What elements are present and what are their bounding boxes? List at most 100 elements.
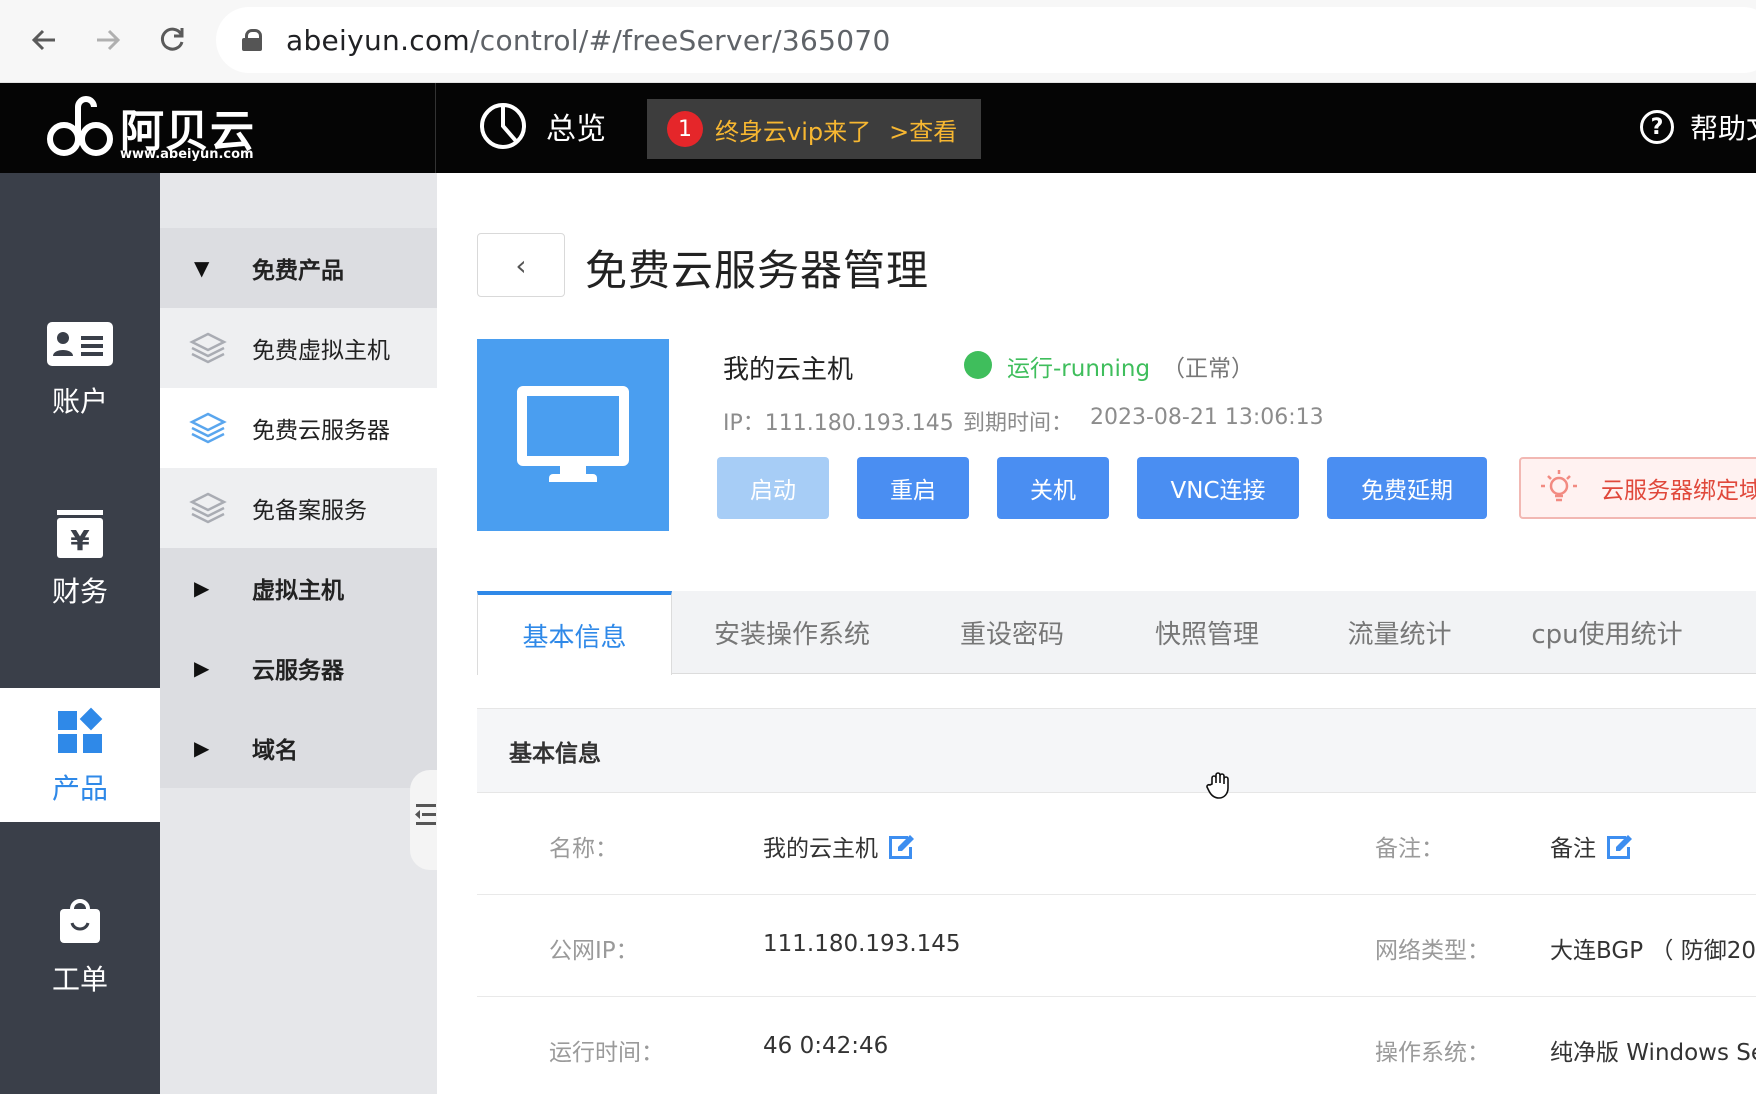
submenu-free-cloud-server[interactable]: 免费云服务器: [160, 388, 437, 468]
svg-text:¥: ¥: [70, 524, 90, 557]
submenu-label: 域名: [252, 738, 298, 764]
name-key: 名称：: [549, 836, 618, 862]
lightbulb-icon: [1541, 470, 1577, 502]
tab-basic-info[interactable]: 基本信息: [477, 591, 672, 675]
windows-icon: [565, 416, 595, 442]
collapse-menu-icon[interactable]: [414, 800, 436, 830]
public-ip-key: 公网IP：: [549, 938, 639, 964]
tab-install-os[interactable]: 安装操作系统: [672, 591, 912, 674]
caret-right-icon: ▶: [194, 576, 210, 600]
back-button[interactable]: ‹: [477, 233, 565, 297]
sidebar-item-product[interactable]: 产品: [0, 688, 160, 822]
submenu-free-products[interactable]: ▼ 免费产品: [160, 228, 437, 308]
tab-reset-password[interactable]: 重设密码: [912, 591, 1112, 674]
sidebar-item-label: 产品: [51, 772, 108, 805]
chevron-left-icon: ‹: [515, 248, 527, 282]
server-thumbnail: [477, 339, 669, 531]
info-row: 运行时间： 46 0:42:46 操作系统： 纯净版 Windows Serve…: [477, 997, 1756, 1099]
caret-right-icon: ▶: [194, 736, 210, 760]
layers-icon: [189, 332, 227, 364]
server-status: 运行-running: [1007, 356, 1151, 382]
submenu-label: 云服务器: [252, 658, 344, 684]
edit-icon[interactable]: [1606, 834, 1632, 860]
free-extend-button[interactable]: 免费延期: [1327, 457, 1487, 519]
restart-button[interactable]: 重启: [857, 457, 969, 519]
submenu-cloud-server[interactable]: ▶ 云服务器: [160, 628, 437, 708]
submenu-label: 免备案服务: [252, 498, 367, 524]
ticket-icon: [45, 894, 115, 950]
tab-bar: 基本信息 安装操作系统 重设密码 快照管理 流量统计 cpu使用统计: [477, 591, 1756, 675]
help-label: 帮助文: [1690, 112, 1756, 145]
bind-domain-button[interactable]: 云服务器绑定域名: [1519, 457, 1756, 519]
sidebar-item-account[interactable]: 账户: [0, 301, 160, 435]
submenu-label: 免费云服务器: [252, 418, 390, 444]
dashboard-icon: [480, 103, 526, 149]
caret-down-icon: ▼: [194, 256, 210, 280]
overview-label: 总览: [546, 112, 606, 147]
hand-cursor-icon: [1206, 772, 1229, 799]
uptime-value: 46 0:42:46: [763, 1033, 889, 1059]
submenu-free-icp[interactable]: 免备案服务: [160, 468, 437, 548]
start-button[interactable]: 启动: [717, 457, 829, 519]
finance-icon: ¥: [45, 506, 115, 562]
help-icon: ?: [1640, 110, 1674, 144]
shutdown-button[interactable]: 关机: [997, 457, 1109, 519]
logo[interactable]: 阿贝云 www.abeiyun.com: [0, 83, 436, 173]
main-content: ‹ 免费云服务器管理 我的云主机 运行-running （正常） IP：111.…: [437, 173, 1756, 1094]
product-icon: [45, 703, 115, 759]
submenu-domain[interactable]: ▶ 域名: [160, 708, 437, 788]
submenu-virtual-host[interactable]: ▶ 虚拟主机: [160, 548, 437, 628]
tab-cpu-stats[interactable]: cpu使用统计: [1497, 591, 1717, 674]
sidebar-item-label: 工单: [51, 963, 108, 996]
browser-toolbar: abeiyun.com/control/#/freeServer/365070: [0, 0, 1756, 83]
layers-icon: [189, 492, 227, 524]
monitor-icon: [517, 386, 629, 466]
status-indicator: [964, 351, 992, 379]
info-row: 名称： 我的云主机 备注： 备注: [477, 793, 1756, 895]
main-sidebar: 账户 ¥ 财务 产品 工单: [0, 173, 160, 1094]
remark-key: 备注：: [1375, 836, 1444, 862]
sidebar-item-label: 账户: [51, 385, 108, 418]
expire-value: 2023-08-21 13:06:13: [1090, 405, 1324, 430]
submenu-label: 免费产品: [252, 258, 344, 284]
server-name: 我的云主机: [723, 355, 854, 385]
forward-arrow-icon[interactable]: [86, 18, 130, 62]
reload-icon[interactable]: [150, 18, 194, 62]
remark-value: 备注: [1550, 829, 1632, 863]
account-icon: [45, 316, 115, 372]
submenu-label: 免费虚拟主机: [252, 338, 390, 364]
url-text: abeiyun.com/control/#/freeServer/365070: [286, 23, 891, 57]
promo-view-link[interactable]: >查看: [889, 112, 957, 147]
product-submenu: ▼ 免费产品 免费虚拟主机 免费云服务器 免备案服务 ▶ 虚拟主机 ▶ 云服务器…: [160, 173, 437, 1094]
panel-header: 基本信息: [477, 709, 1756, 793]
edit-icon[interactable]: [888, 834, 914, 860]
promo-text: 终身云vip来了: [715, 117, 872, 146]
server-ip: IP：111.180.193.145: [723, 411, 954, 436]
help-link[interactable]: ? 帮助文: [1640, 107, 1756, 147]
tab-snapshot[interactable]: 快照管理: [1112, 591, 1302, 674]
expire-label: 到期时间：: [963, 411, 1074, 436]
uptime-key: 运行时间：: [549, 1040, 664, 1066]
back-arrow-icon[interactable]: [22, 18, 66, 62]
promo-badge: 1: [667, 111, 703, 147]
info-row: 公网IP： 111.180.193.145 网络类型： 大连BGP （ 防御20…: [477, 895, 1756, 997]
basic-info-panel: 基本信息 名称： 我的云主机 备注： 备注 公网IP： 111.180.193.…: [477, 708, 1756, 1094]
logo-mark-icon: [47, 96, 113, 156]
address-bar[interactable]: abeiyun.com/control/#/freeServer/365070: [216, 7, 1756, 73]
os-key: 操作系统：: [1375, 1040, 1490, 1066]
sidebar-item-ticket[interactable]: 工单: [0, 879, 160, 1013]
vip-promo-banner[interactable]: 1 终身云vip来了 >查看: [647, 99, 981, 159]
caret-right-icon: ▶: [194, 656, 210, 680]
vnc-connect-button[interactable]: VNC连接: [1137, 457, 1299, 519]
tab-traffic-stats[interactable]: 流量统计: [1302, 591, 1497, 674]
os-value: 纯净版 Windows Server: [1550, 1040, 1756, 1066]
overview-link[interactable]: 总览: [478, 101, 606, 151]
submenu-label: 虚拟主机: [252, 578, 344, 604]
monitor-base: [549, 474, 597, 482]
network-type-key: 网络类型：: [1375, 938, 1490, 964]
submenu-free-vm[interactable]: 免费虚拟主机: [160, 308, 437, 388]
sidebar-item-label: 财务: [51, 575, 108, 608]
sidebar-item-finance[interactable]: ¥ 财务: [0, 491, 160, 625]
top-navigation: 阿贝云 www.abeiyun.com 总览 1 终身云vip来了 >查看 ? …: [0, 83, 1756, 173]
public-ip-value: 111.180.193.145: [763, 931, 961, 957]
